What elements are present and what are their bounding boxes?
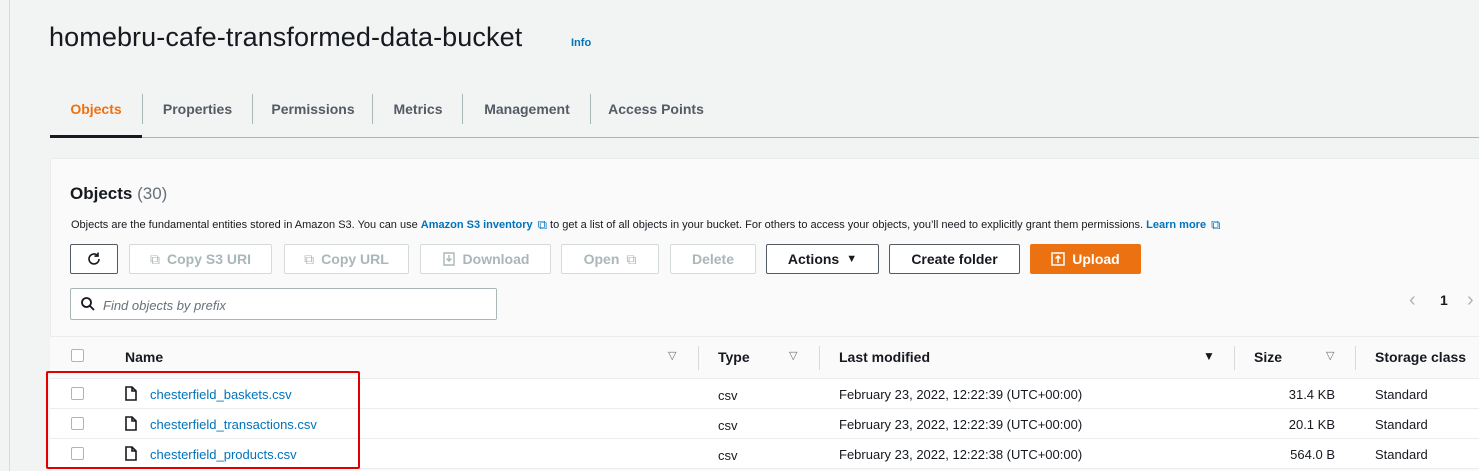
tab-metrics[interactable]: Metrics [373,94,463,138]
object-size: 20.1 KB [1288,417,1335,432]
caret-down-icon: ▼ [846,253,858,265]
file-icon [125,386,137,401]
external-link-icon: ⧉ [626,250,637,267]
description-text: Objects are the fundamental entities sto… [71,219,421,231]
objects-count: (30) [137,184,168,203]
create-folder-button[interactable]: Create folder [889,244,1020,274]
download-button[interactable]: Download [420,244,551,274]
object-type: csv [718,418,738,433]
page-title: homebru-cafe-transformed-data-bucket [49,22,523,52]
tab-permissions[interactable]: Permissions [253,94,373,138]
external-link-icon: ⧉ [1211,217,1221,232]
previous-page-icon[interactable]: ‹ [1409,289,1416,312]
file-icon [125,416,137,431]
file-icon [125,446,137,461]
learn-more-link[interactable]: Learn more [1146,219,1206,231]
search-icon [81,297,95,311]
column-divider [1355,346,1356,370]
row-checkbox[interactable] [71,417,84,430]
objects-description: Objects are the fundamental entities sto… [71,217,1220,233]
object-storage-class: Standard [1375,387,1428,402]
tab-management[interactable]: Management [463,94,591,138]
object-name-link[interactable]: chesterfield_baskets.csv [150,387,292,402]
sort-icon[interactable]: ▽ [668,349,676,362]
object-last-modified: February 23, 2022, 12:22:38 (UTC+00:00) [839,447,1083,462]
info-link[interactable]: Info [571,37,591,49]
description-text: to get a list of all objects in your buc… [547,219,1147,231]
object-last-modified: February 23, 2022, 12:22:39 (UTC+00:00) [839,387,1083,402]
tab-bar: Objects Properties Permissions Metrics M… [50,94,1479,138]
tab-label: Permissions [271,101,355,117]
column-header-storage-class[interactable]: Storage class [1375,349,1466,365]
tab-label: Access Points [608,101,704,117]
upload-icon [1051,252,1066,266]
open-label: Open [583,251,620,267]
download-label: Download [462,251,530,267]
copy-url-button[interactable]: ⧉ Copy URL [284,244,409,274]
upload-button[interactable]: Upload [1030,244,1141,274]
object-type: csv [718,448,738,463]
column-header-last-modified[interactable]: Last modified [839,349,930,365]
column-header-type[interactable]: Type [718,349,750,365]
object-type: csv [718,388,738,403]
sort-descending-icon[interactable]: ▼ [1203,349,1215,363]
copy-icon: ⧉ [304,250,315,267]
tab-label: Management [484,101,570,117]
tab-objects[interactable]: Objects [50,94,142,138]
copy-s3-uri-button[interactable]: ⧉ Copy S3 URI [129,244,272,274]
delete-label: Delete [691,251,735,267]
tab-label: Properties [162,101,233,117]
object-last-modified: February 23, 2022, 12:22:39 (UTC+00:00) [839,417,1083,432]
column-divider [819,346,820,370]
column-divider [698,346,699,370]
sort-icon[interactable]: ▽ [1326,349,1334,362]
actions-dropdown[interactable]: Actions ▼ [766,244,879,274]
upload-label: Upload [1072,251,1120,267]
next-page-icon[interactable]: › [1467,289,1474,312]
search-box [70,288,497,320]
create-folder-label: Create folder [911,251,998,267]
column-header-size[interactable]: Size [1254,349,1282,365]
delete-button[interactable]: Delete [670,244,756,274]
row-checkbox[interactable] [71,387,84,400]
refresh-button[interactable] [70,244,118,274]
copy-s3-uri-label: Copy S3 URI [166,251,251,267]
object-name-link[interactable]: chesterfield_transactions.csv [150,417,317,432]
object-size: 31.4 KB [1288,387,1335,402]
object-storage-class: Standard [1375,447,1428,462]
column-divider [1234,346,1235,370]
external-link-icon: ⧉ [537,217,547,232]
object-name-link[interactable]: chesterfield_products.csv [150,447,297,462]
row-checkbox[interactable] [71,447,84,460]
search-input[interactable] [103,295,483,315]
actions-label: Actions [787,251,840,267]
column-header-name[interactable]: Name [125,349,163,365]
objects-heading: Objects (30) [70,184,167,204]
s3-inventory-link[interactable]: Amazon S3 inventory [421,219,533,231]
open-button[interactable]: Open ⧉ [561,244,659,274]
select-all-checkbox[interactable] [71,349,84,362]
sort-icon[interactable]: ▽ [789,349,797,362]
object-storage-class: Standard [1375,417,1428,432]
tab-access-points[interactable]: Access Points [591,94,721,138]
tab-properties[interactable]: Properties [143,94,252,138]
object-size: 564.0 B [1290,447,1335,462]
tab-label: Metrics [393,101,443,117]
download-icon [442,252,455,266]
copy-icon: ⧉ [149,250,160,267]
refresh-icon [88,252,100,265]
page-number[interactable]: 1 [1440,292,1448,308]
tab-label: Objects [70,101,122,117]
objects-heading-label: Objects [70,184,133,203]
copy-url-label: Copy URL [321,251,389,267]
left-border [9,0,10,471]
